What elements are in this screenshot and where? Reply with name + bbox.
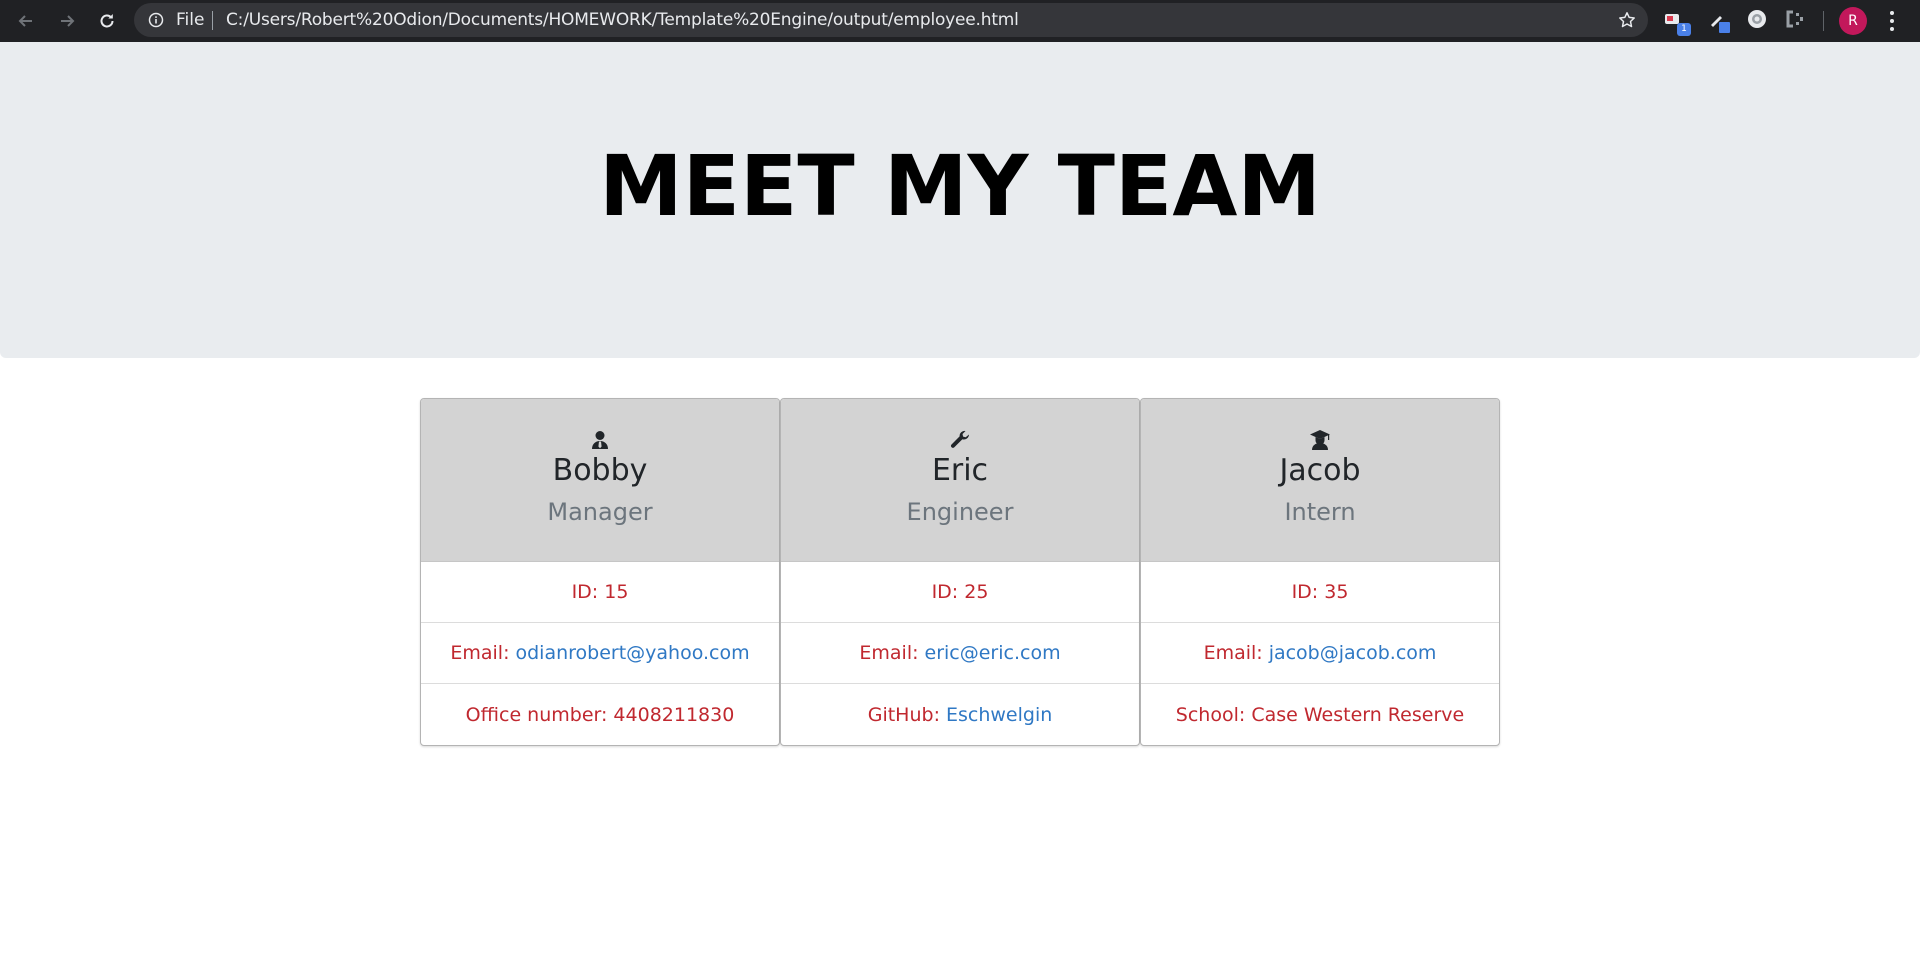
email-link[interactable]: eric@eric.com — [925, 642, 1061, 664]
forward-arrow-icon — [61, 15, 75, 27]
bookmark-star-icon[interactable] — [1618, 11, 1636, 29]
browser-toolbar: File C:/Users/Robert%20Odion/Documents/H… — [0, 0, 1920, 42]
extension-icon-2[interactable] — [1706, 8, 1732, 34]
profile-avatar[interactable]: R — [1839, 7, 1867, 35]
github-label: GitHub: — [867, 703, 940, 726]
extension-icon-4[interactable] — [1783, 8, 1809, 34]
school-text: School: Case Western Reserve — [1175, 703, 1465, 726]
employee-id-text: ID: 35 — [1291, 581, 1349, 603]
github-link[interactable]: Eschwelgin — [946, 704, 1052, 726]
graduate-icon — [1310, 430, 1330, 450]
card-header: Bobby Manager — [421, 399, 779, 562]
employee-details: ID: 25 Email: eric@eric.com GitHub: Esch… — [781, 562, 1139, 745]
back-button[interactable] — [10, 5, 42, 37]
browser-menu-icon[interactable] — [1884, 9, 1900, 33]
card-header: Jacob Intern — [1141, 399, 1499, 562]
reload-button[interactable] — [91, 5, 123, 37]
email-link[interactable]: jacob@jacob.com — [1269, 642, 1437, 664]
extension-circle-icon — [1748, 10, 1766, 28]
employee-role: Manager — [547, 498, 653, 526]
info-icon[interactable] — [148, 12, 164, 28]
github-row: GitHub: Eschwelgin — [781, 684, 1139, 745]
office-number-text: Office number: 4408211830 — [465, 703, 735, 726]
email-label: Email: — [859, 642, 919, 664]
employee-role: Intern — [1284, 498, 1356, 526]
team-cards: Bobby Manager ID: 15 Email: odianrobert@… — [420, 398, 1500, 746]
extension-icon-1[interactable]: 1 — [1663, 8, 1691, 36]
address-bar[interactable]: File C:/Users/Robert%20Odion/Documents/H… — [134, 3, 1648, 37]
employee-name: Eric — [931, 453, 989, 488]
employee-id: ID: 25 — [781, 562, 1139, 623]
extension-icon-3[interactable] — [1745, 8, 1771, 34]
employee-card-engineer: Eric Engineer ID: 25 Email: eric@eric.co… — [780, 398, 1140, 746]
back-arrow-icon — [18, 15, 32, 27]
file-scheme-label: File — [176, 10, 205, 30]
forward-button[interactable] — [51, 5, 83, 37]
employee-id: ID: 15 — [421, 562, 779, 623]
hero-banner: MEET MY TEAM — [0, 42, 1920, 358]
employee-id-text: ID: 25 — [931, 581, 989, 603]
employee-email-row: Email: eric@eric.com — [781, 623, 1139, 684]
url-text[interactable]: C:/Users/Robert%20Odion/Documents/HOMEWO… — [226, 10, 1019, 30]
employee-details: ID: 35 Email: jacob@jacob.com School: Ca… — [1141, 562, 1499, 745]
employee-email-row: Email: odianrobert@yahoo.com — [421, 623, 779, 684]
extension-code-icon — [1786, 10, 1803, 28]
toolbar-divider — [1823, 11, 1824, 31]
manager-icon — [592, 431, 608, 449]
office-number-row: Office number: 4408211830 — [421, 684, 779, 745]
extension-pen-icon — [1711, 16, 1730, 33]
extension-badge: 1 — [1677, 23, 1691, 36]
employee-name: Jacob — [1279, 453, 1361, 488]
page-title: MEET MY TEAM — [599, 137, 1321, 235]
employee-name: Bobby — [552, 453, 648, 488]
email-label: Email: — [450, 642, 510, 664]
employee-card-intern: Jacob Intern ID: 35 Email: jacob@jacob.c… — [1140, 398, 1500, 746]
reload-icon — [100, 14, 114, 28]
employee-id-text: ID: 15 — [571, 581, 629, 603]
email-label: Email: — [1203, 642, 1263, 664]
chip-divider — [212, 11, 213, 30]
employee-role: Engineer — [906, 498, 1014, 526]
school-row: School: Case Western Reserve — [1141, 684, 1499, 745]
employee-email-row: Email: jacob@jacob.com — [1141, 623, 1499, 684]
employee-id: ID: 35 — [1141, 562, 1499, 623]
employee-details: ID: 15 Email: odianrobert@yahoo.com Offi… — [421, 562, 779, 745]
email-link[interactable]: odianrobert@yahoo.com — [515, 642, 749, 664]
wrench-icon — [951, 430, 969, 448]
card-header: Eric Engineer — [781, 399, 1139, 562]
employee-card-manager: Bobby Manager ID: 15 Email: odianrobert@… — [420, 398, 780, 746]
